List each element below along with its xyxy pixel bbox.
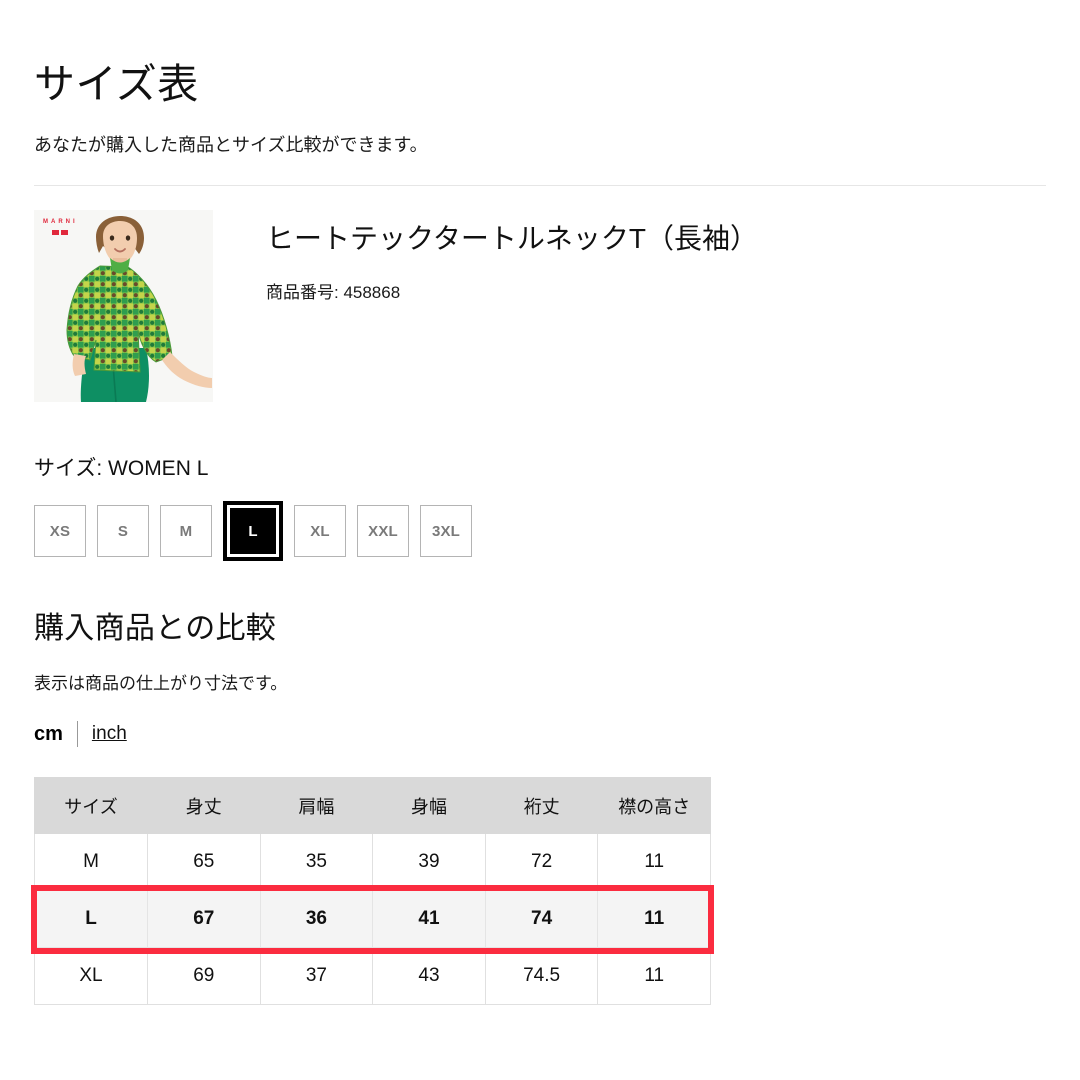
size-table: サイズ 身丈 肩幅 身幅 裄丈 襟の高さ M 65 35 39 72 11 L … — [34, 777, 711, 1006]
cell-collar-height: 11 — [597, 890, 711, 949]
header-divider — [34, 185, 1046, 187]
cell-body-width: 43 — [372, 947, 486, 1006]
cell-shoulder-width: 37 — [259, 947, 374, 1006]
product-name: ヒートテックタートルネックT（長袖） — [266, 223, 758, 255]
column-header-shoulder-width: 肩幅 — [259, 777, 374, 835]
cell-collar-height: 11 — [597, 833, 711, 892]
cell-collar-height: 11 — [597, 947, 711, 1006]
product-image: MARNI — [34, 210, 213, 403]
size-chip-l[interactable]: L — [223, 501, 283, 562]
cell-size: XL — [34, 947, 148, 1006]
column-header-body-width: 身幅 — [372, 777, 486, 835]
size-chip-xl[interactable]: XL — [294, 505, 346, 558]
product-photo-illustration — [34, 210, 213, 403]
table-row: M 65 35 39 72 11 — [34, 833, 711, 892]
cell-body-width: 41 — [372, 890, 486, 949]
page-subtitle: あなたが購入した商品とサイズ比較ができます。 — [34, 135, 428, 156]
cell-size: M — [34, 833, 148, 892]
cell-shoulder-width: 36 — [259, 890, 374, 949]
cell-body-length: 69 — [147, 947, 261, 1006]
size-chip-s[interactable]: S — [97, 505, 149, 558]
size-chip-3xl[interactable]: 3XL — [420, 505, 472, 558]
cell-size: L — [34, 890, 148, 949]
unit-toggle: cm inch — [34, 720, 1046, 748]
product-summary: MARNI ヒートテックタートルネックT（長袖） 商品番号: 458868 — [34, 210, 1046, 403]
product-code: 商品番号: 458868 — [266, 282, 401, 302]
column-header-collar-height: 襟の高さ — [597, 777, 711, 835]
unit-divider — [76, 721, 78, 748]
unit-option-inch[interactable]: inch — [92, 723, 127, 745]
product-info: ヒートテックタートルネックT（長袖） 商品番号: 458868 — [213, 210, 758, 303]
size-chart-page: サイズ表 あなたが購入した商品とサイズ比較ができます。 MARNI ヒートテック… — [0, 0, 1080, 1080]
brand-logo-blocks — [52, 230, 68, 236]
size-table-wrapper: サイズ 身丈 肩幅 身幅 裄丈 襟の高さ M 65 35 39 72 11 L … — [31, 777, 714, 1006]
table-row: XL 69 37 43 74.5 11 — [34, 947, 711, 1006]
cell-shoulder-width: 35 — [259, 833, 374, 892]
cell-body-width: 39 — [372, 833, 486, 892]
cell-sleeve-length: 74.5 — [484, 947, 599, 1006]
brand-logo-text: MARNI — [43, 219, 78, 226]
column-header-size: サイズ — [34, 777, 148, 835]
size-chip-xxl[interactable]: XXL — [357, 505, 409, 558]
table-header-row: サイズ 身丈 肩幅 身幅 裄丈 襟の高さ — [34, 777, 711, 835]
column-header-sleeve-length: 裄丈 — [484, 777, 599, 835]
page-title: サイズ表 — [34, 61, 199, 107]
cell-body-length: 67 — [147, 890, 261, 949]
selected-size-label: サイズ: WOMEN L — [34, 457, 209, 481]
cell-body-length: 65 — [147, 833, 261, 892]
size-chip-group: XS S M L XL XXL 3XL — [34, 501, 1046, 562]
table-row-highlighted: L 67 36 41 74 11 — [34, 890, 711, 949]
comparison-note: 表示は商品の仕上がり寸法です。 — [34, 674, 288, 694]
comparison-title: 購入商品との比較 — [34, 612, 277, 646]
column-header-body-length: 身丈 — [147, 777, 261, 835]
size-chip-m[interactable]: M — [160, 505, 212, 558]
size-chip-xs[interactable]: XS — [34, 505, 86, 558]
cell-sleeve-length: 74 — [484, 890, 599, 949]
cell-sleeve-length: 72 — [484, 833, 599, 892]
unit-option-cm[interactable]: cm — [34, 723, 63, 746]
